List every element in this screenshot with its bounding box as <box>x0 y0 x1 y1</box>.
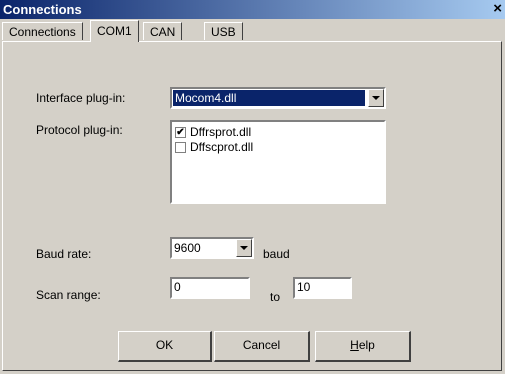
help-label-rest: elp <box>358 338 375 352</box>
scan-range-from-field[interactable]: 0 <box>170 277 250 299</box>
protocol-item-dffrsprot-checkbox[interactable]: ✔ <box>175 126 186 138</box>
protocol-item-dffrsprot-label: Dffrsprot.dll <box>190 125 252 139</box>
help-button[interactable]: Help <box>315 331 411 362</box>
protocol-plugin-list[interactable]: ✔ Dffrsprot.dll Dffscprot.dll <box>170 120 386 204</box>
scan-range-label: Scan range: <box>36 288 101 302</box>
tab-can[interactable]: CAN <box>143 22 183 40</box>
baud-rate-label: Baud rate: <box>36 247 92 261</box>
tab-com1[interactable]: COM1 <box>90 20 139 42</box>
close-icon[interactable]: × <box>493 1 502 17</box>
ok-button[interactable]: OK <box>118 331 212 362</box>
baud-rate-dropdown-button[interactable] <box>236 239 252 257</box>
title-bar: Connections × <box>0 0 505 19</box>
help-mnemonic: H <box>350 338 359 352</box>
baud-rate-value: 9600 <box>174 241 201 255</box>
scan-range-to-field[interactable]: 10 <box>293 277 352 299</box>
interface-plugin-label: Interface plug-in: <box>36 91 126 105</box>
cancel-button[interactable]: Cancel <box>214 331 310 362</box>
chevron-down-icon <box>372 96 380 100</box>
baud-unit-label: baud <box>263 247 290 261</box>
protocol-plugin-label: Protocol plug-in: <box>36 123 123 137</box>
tab-strip: Connections COM1 CAN USB <box>2 20 503 42</box>
chevron-down-icon <box>240 246 248 250</box>
window-title: Connections <box>3 2 82 17</box>
protocol-item-dffscprot-checkbox[interactable] <box>175 141 186 153</box>
baud-rate-select[interactable]: 9600 <box>170 237 254 259</box>
interface-plugin-value: Mocom4.dll <box>173 90 365 106</box>
protocol-item-dffrsprot[interactable]: ✔ Dffrsprot.dll <box>175 125 251 139</box>
tab-connections[interactable]: Connections <box>2 22 83 40</box>
scan-range-to-label: to <box>270 290 281 304</box>
interface-plugin-select[interactable]: Mocom4.dll <box>170 87 386 109</box>
tab-usb[interactable]: USB <box>204 22 243 40</box>
interface-plugin-dropdown-button[interactable] <box>368 89 384 107</box>
protocol-item-dffscprot[interactable]: Dffscprot.dll <box>175 140 253 154</box>
protocol-item-dffscprot-label: Dffscprot.dll <box>190 140 254 154</box>
